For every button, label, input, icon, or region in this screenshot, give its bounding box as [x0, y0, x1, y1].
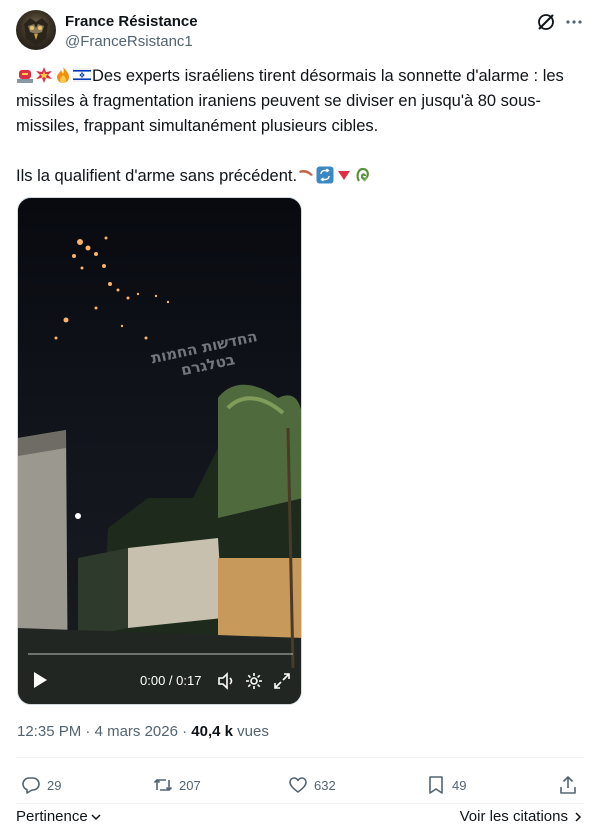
grok-icon[interactable]: [536, 12, 556, 32]
fullscreen-icon[interactable]: [272, 671, 292, 691]
divider: [16, 757, 584, 758]
views-label: vues: [233, 723, 269, 740]
reply-button[interactable]: 29: [21, 770, 61, 800]
play-icon[interactable]: [31, 670, 49, 690]
action-bar: 29 207 632 49: [16, 770, 584, 800]
meta-separator: ·: [177, 723, 192, 740]
video-progress-bar[interactable]: [28, 653, 293, 655]
bookmark-button[interactable]: 49: [426, 770, 466, 800]
tweet-body-line1: Des experts israéliens tirent désormais …: [16, 67, 564, 135]
tweet-time[interactable]: 12:35 PM: [17, 723, 81, 740]
bookmark-icon: [429, 776, 443, 794]
avatar[interactable]: [16, 10, 56, 50]
author-name[interactable]: France Résistance: [65, 13, 198, 30]
tweet-meta: 12:35 PM · 4 mars 2026 · 40,4 k vues: [17, 723, 269, 740]
chevron-right-icon: [575, 811, 582, 822]
repeat-emoji: [316, 166, 334, 184]
tweet-date[interactable]: 4 mars 2026: [95, 723, 178, 740]
like-button[interactable]: 632: [288, 770, 336, 800]
view-count: 40,4 k: [191, 723, 234, 740]
replies-footer: Pertinence Voir les citations: [16, 806, 584, 830]
view-quotes-link[interactable]: Voir les citations: [460, 808, 584, 825]
rotating-light-emoji: [17, 70, 33, 83]
share-icon: [560, 776, 576, 794]
bookmark-count: 49: [452, 777, 467, 793]
tweet-body-line2: Ils la qualifient d'arme sans précédent.: [16, 167, 298, 185]
tweet-header: France Résistance @FranceRsistanc1: [16, 10, 584, 54]
repost-count: 207: [179, 777, 201, 793]
like-count: 632: [314, 777, 336, 793]
ribbon-emoji: [356, 167, 369, 182]
author-handle[interactable]: @FranceRsistanc1: [65, 33, 193, 50]
sort-dropdown[interactable]: Pertinence: [16, 808, 102, 825]
repost-icon: [153, 779, 173, 791]
chevron-down-icon: [91, 813, 101, 820]
sort-label: Pertinence: [16, 808, 88, 825]
boomerang-emoji: [299, 170, 314, 176]
meta-separator: ·: [81, 723, 95, 740]
heart-icon: [289, 777, 307, 793]
reply-icon: [22, 777, 40, 794]
red-triangle-down-emoji: [338, 171, 351, 180]
collision-emoji: [36, 67, 52, 83]
repost-button[interactable]: 207: [153, 770, 201, 800]
video-frame: [18, 198, 301, 704]
divider: [16, 803, 584, 804]
video-player[interactable]: החדשות החמות בטלגרם 0:00 / 0:17: [17, 197, 302, 705]
settings-icon[interactable]: [244, 671, 264, 691]
tweet-text: Des experts israéliens tirent désormais …: [16, 64, 584, 189]
share-button[interactable]: [558, 770, 584, 800]
israel-flag-emoji: [73, 68, 91, 82]
reply-count: 29: [47, 777, 62, 793]
quotes-label: Voir les citations: [459, 808, 568, 825]
video-controls: 0:00 / 0:17: [18, 664, 301, 698]
fire-emoji: [57, 67, 69, 83]
more-icon[interactable]: [564, 12, 584, 32]
volume-muted-icon[interactable]: [216, 671, 236, 691]
video-time: 0:00 / 0:17: [140, 673, 202, 688]
